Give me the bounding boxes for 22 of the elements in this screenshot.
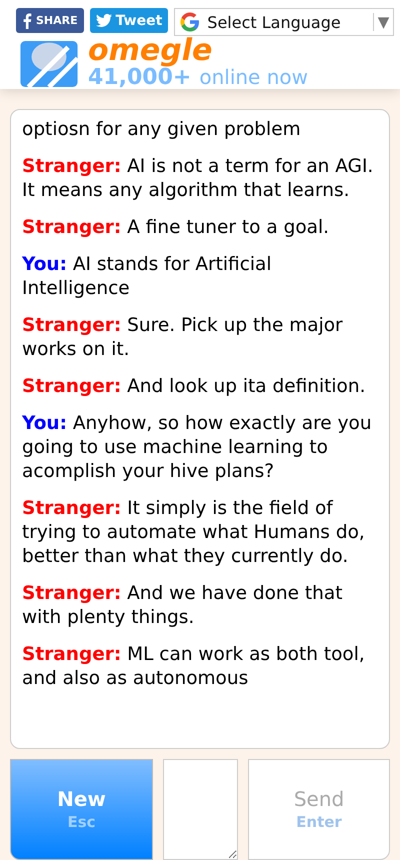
chat-message: Stranger: Sure. Pick up the major works on it. — [22, 314, 344, 362]
chat-message: You: AI stands for Artificial Intelligence — [22, 253, 272, 302]
chat-message: You: Anyhow, so how exactly are you going to use machine learning to acomplish your hive plans? — [22, 412, 373, 484]
online-count: 41,000+ — [88, 66, 192, 90]
new-chat-button[interactable]: New Esc — [10, 758, 153, 860]
message-input[interactable] — [163, 758, 238, 860]
tweet-button[interactable]: Tweet — [90, 8, 168, 33]
bird-icon — [96, 14, 112, 27]
logo-icon — [20, 40, 78, 86]
online-label: online now — [199, 65, 308, 89]
chat-message: Stranger: It simply is the field of trying to automate what Humans do, better than what they currently do. — [22, 497, 366, 570]
chat-message: Stranger: AI is not a term for an AGI. It means any algorithm that learns. — [22, 155, 374, 204]
language-select[interactable]: Select Language ▼ — [174, 8, 394, 36]
chat-message: optiosn for any given problem — [22, 118, 302, 142]
chat-message: Stranger: ML can work as both tool, and also as autonomous — [22, 643, 366, 692]
google-icon — [179, 11, 202, 33]
logo-text: omegle — [88, 37, 214, 65]
share-button[interactable]: SHARE — [16, 8, 84, 33]
facebook-icon — [22, 12, 32, 28]
chat-message: Stranger: And look up ita definition. — [22, 375, 366, 400]
chat-message: Stranger: A fine tuner to a goal. — [22, 216, 330, 240]
chat-message: Stranger: And we have done that with plenty things. — [22, 582, 344, 630]
